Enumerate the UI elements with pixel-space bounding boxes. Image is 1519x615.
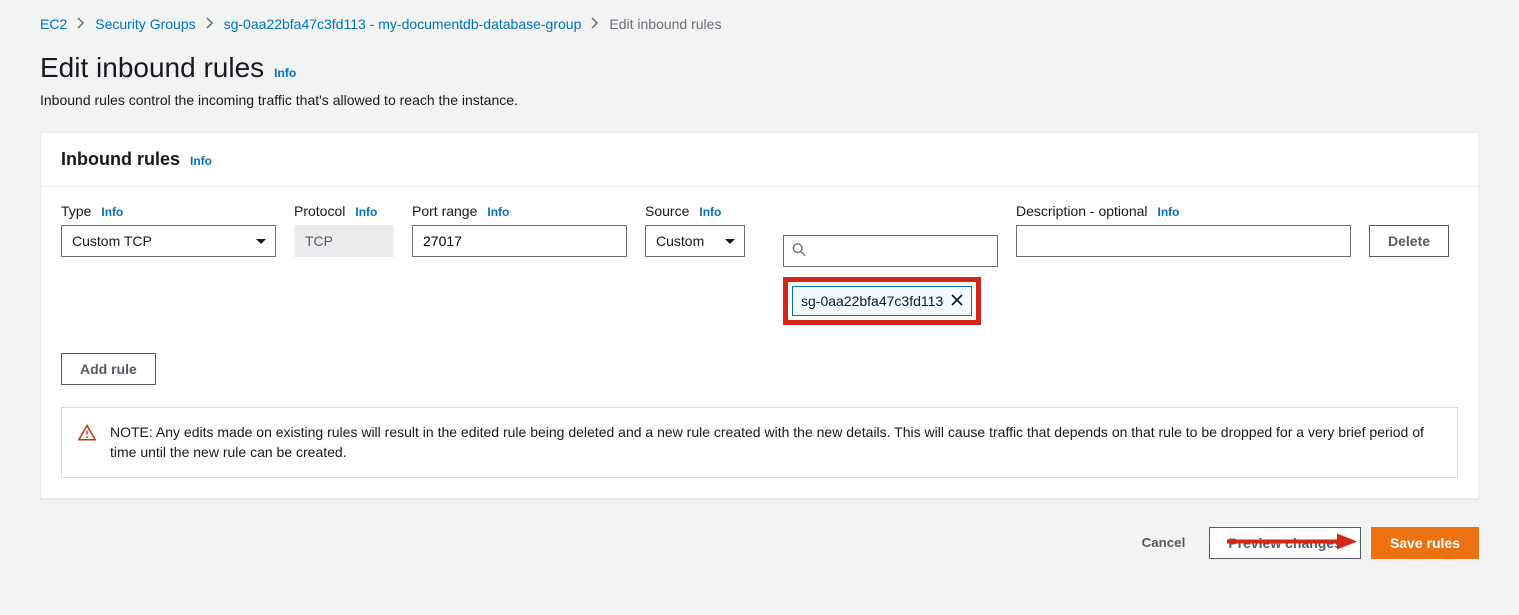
source-tag-label: sg-0aa22bfa47c3fd113	[801, 293, 943, 309]
source-mode-value: Custom	[656, 233, 704, 249]
source-info-link[interactable]: Info	[699, 205, 721, 219]
source-search-input[interactable]	[783, 235, 998, 267]
description-info-link[interactable]: Info	[1158, 205, 1180, 219]
page-title: Edit inbound rules	[40, 52, 264, 84]
add-rule-button[interactable]: Add rule	[61, 353, 156, 385]
description-label: Description - optional	[1016, 203, 1148, 219]
protocol-label: Protocol	[294, 203, 345, 219]
type-select-value: Custom TCP	[72, 233, 152, 249]
remove-tag-button[interactable]	[951, 293, 963, 309]
warning-box: NOTE: Any edits made on existing rules w…	[61, 407, 1458, 478]
breadcrumb: EC2 Security Groups sg-0aa22bfa47c3fd113…	[40, 16, 1479, 32]
panel-title: Inbound rules	[61, 149, 180, 170]
chevron-right-icon	[591, 17, 599, 32]
save-rules-button[interactable]: Save rules	[1371, 527, 1479, 559]
breadcrumb-sg-detail[interactable]: sg-0aa22bfa47c3fd113 - my-documentdb-dat…	[224, 16, 582, 32]
port-range-info-link[interactable]: Info	[487, 205, 509, 219]
protocol-field: TCP	[294, 225, 394, 257]
preview-changes-button[interactable]: Preview changes	[1209, 527, 1361, 559]
source-tag: sg-0aa22bfa47c3fd113	[792, 286, 972, 316]
page-description: Inbound rules control the incoming traff…	[40, 92, 1479, 108]
page-title-info-link[interactable]: Info	[274, 66, 296, 80]
protocol-info-link[interactable]: Info	[355, 205, 377, 219]
source-mode-select[interactable]: Custom	[645, 225, 745, 257]
type-label: Type	[61, 203, 91, 219]
breadcrumb-current: Edit inbound rules	[609, 16, 721, 32]
source-tag-highlight: sg-0aa22bfa47c3fd113	[783, 277, 981, 325]
breadcrumb-ec2[interactable]: EC2	[40, 16, 67, 32]
search-icon	[792, 243, 806, 260]
type-info-link[interactable]: Info	[101, 205, 123, 219]
source-label: Source	[645, 203, 689, 219]
description-input[interactable]	[1016, 225, 1351, 257]
protocol-value: TCP	[305, 233, 333, 249]
panel-title-info-link[interactable]: Info	[190, 154, 212, 168]
caret-down-icon	[724, 233, 736, 249]
port-range-label: Port range	[412, 203, 477, 219]
chevron-right-icon	[77, 17, 85, 32]
warning-icon	[78, 424, 96, 445]
chevron-right-icon	[206, 17, 214, 32]
caret-down-icon	[255, 233, 267, 249]
type-select[interactable]: Custom TCP	[61, 225, 276, 257]
inbound-rules-panel: Inbound rules Info Type Info Custom TCP	[40, 132, 1479, 499]
delete-rule-button[interactable]: Delete	[1369, 225, 1449, 257]
warning-text: NOTE: Any edits made on existing rules w…	[110, 422, 1441, 463]
breadcrumb-security-groups[interactable]: Security Groups	[95, 16, 195, 32]
cancel-button[interactable]: Cancel	[1128, 527, 1200, 559]
port-range-input[interactable]	[412, 225, 627, 257]
